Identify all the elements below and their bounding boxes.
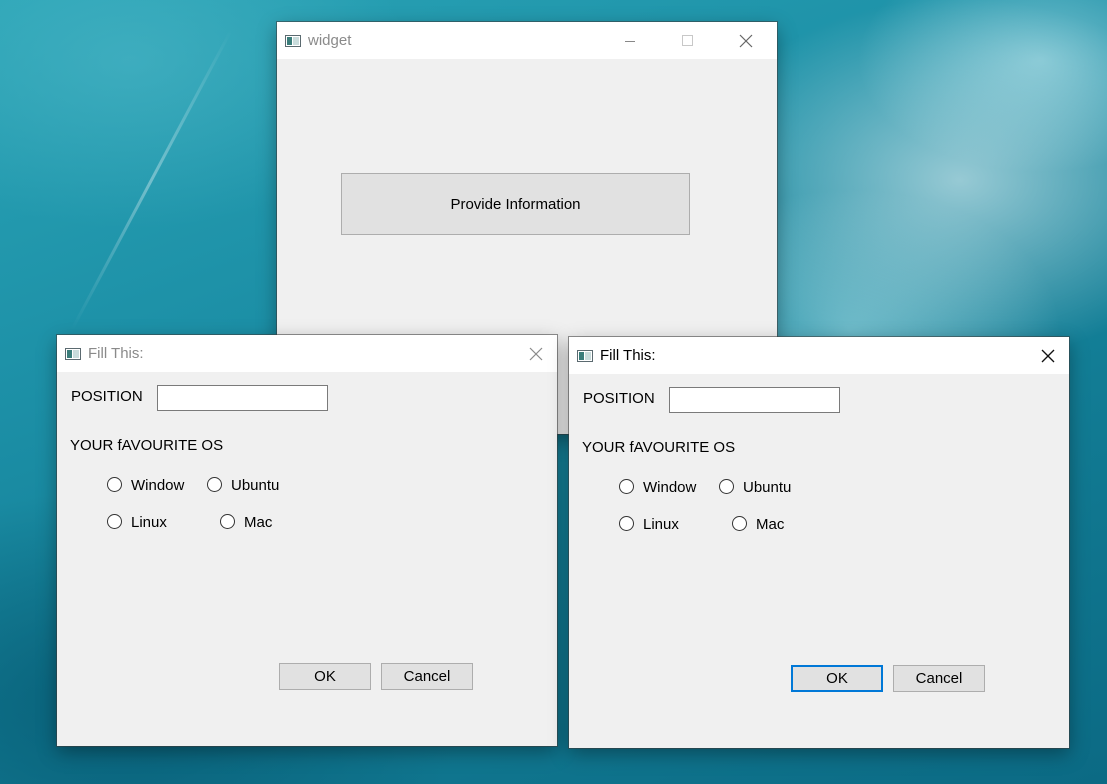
radio-window[interactable] <box>619 479 634 494</box>
main-window-title: widget <box>308 32 352 49</box>
close-icon[interactable] <box>513 335 559 372</box>
left-dialog-title: Fill This: <box>88 345 144 362</box>
right-dialog-title: Fill This: <box>600 347 656 364</box>
radio-mac[interactable] <box>220 514 235 529</box>
radio-linux[interactable] <box>619 516 634 531</box>
radio-ubuntu[interactable] <box>719 479 734 494</box>
right-dialog-titlebar[interactable]: Fill This: <box>569 337 1069 374</box>
maximize-icon[interactable] <box>665 22 711 59</box>
radio-mac[interactable] <box>732 516 747 531</box>
radio-window-label[interactable]: Window <box>131 477 184 494</box>
radio-linux[interactable] <box>107 514 122 529</box>
provide-information-button[interactable]: Provide Information <box>341 173 690 235</box>
radio-ubuntu-label[interactable]: Ubuntu <box>743 479 791 496</box>
app-window-icon <box>577 349 593 362</box>
close-icon[interactable] <box>723 22 769 59</box>
radio-mac-label[interactable]: Mac <box>756 516 784 533</box>
radio-ubuntu-label[interactable]: Ubuntu <box>231 477 279 494</box>
radio-mac-label[interactable]: Mac <box>244 514 272 531</box>
favourite-os-heading: YOUR fAVOURITE OS <box>582 439 736 456</box>
minimize-icon[interactable] <box>607 22 653 59</box>
radio-linux-label[interactable]: Linux <box>131 514 167 531</box>
ok-button[interactable]: OK <box>279 663 371 690</box>
radio-ubuntu[interactable] <box>207 477 222 492</box>
ok-button[interactable]: OK <box>791 665 883 692</box>
cancel-button[interactable]: Cancel <box>893 665 985 692</box>
position-label: POSITION <box>71 388 143 405</box>
position-input[interactable] <box>669 387 840 413</box>
close-icon[interactable] <box>1025 337 1071 374</box>
favourite-os-heading: YOUR fAVOURITE OS <box>70 437 224 454</box>
fill-this-dialog-left: Fill This: POSITION YOUR fAVOURITE OS Wi… <box>57 335 557 746</box>
app-window-icon <box>65 347 81 360</box>
radio-window[interactable] <box>107 477 122 492</box>
background-light-streak <box>70 29 233 331</box>
radio-window-label[interactable]: Window <box>643 479 696 496</box>
main-window-titlebar[interactable]: widget <box>277 22 777 59</box>
left-dialog-titlebar[interactable]: Fill This: <box>57 335 557 372</box>
position-input[interactable] <box>157 385 328 411</box>
app-window-icon <box>285 34 301 47</box>
radio-linux-label[interactable]: Linux <box>643 516 679 533</box>
position-label: POSITION <box>583 390 655 407</box>
cancel-button[interactable]: Cancel <box>381 663 473 690</box>
fill-this-dialog-right: Fill This: POSITION YOUR fAVOURITE OS Wi… <box>569 337 1069 748</box>
